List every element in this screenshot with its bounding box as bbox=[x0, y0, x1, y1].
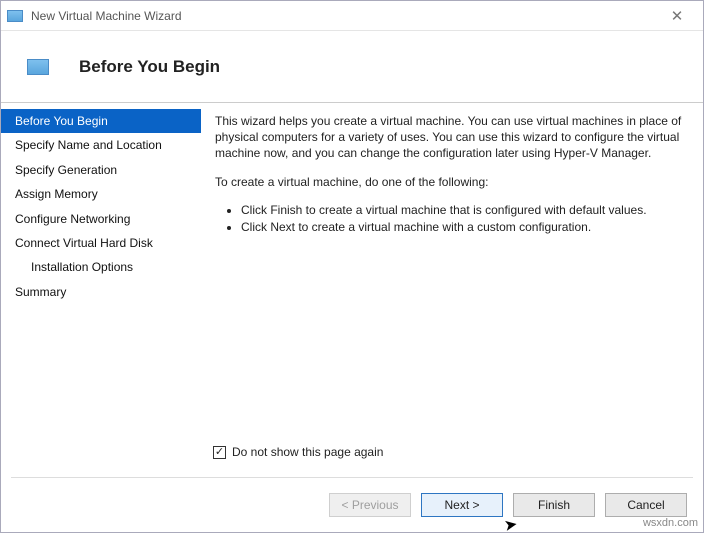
wizard-footer: < Previous Next > Finish Cancel bbox=[1, 478, 703, 532]
previous-button: < Previous bbox=[329, 493, 411, 517]
step-specify-generation[interactable]: Specify Generation bbox=[1, 158, 201, 182]
window-title: New Virtual Machine Wizard bbox=[31, 9, 657, 23]
page-title: Before You Begin bbox=[79, 57, 220, 77]
step-connect-vhd[interactable]: Connect Virtual Hard Disk bbox=[1, 231, 201, 255]
wizard-header: Before You Begin bbox=[1, 31, 703, 103]
vm-icon bbox=[27, 59, 49, 75]
option-finish: Click Finish to create a virtual machine… bbox=[241, 202, 683, 219]
step-assign-memory[interactable]: Assign Memory bbox=[1, 182, 201, 206]
prompt-text: To create a virtual machine, do one of t… bbox=[215, 174, 683, 190]
step-installation-options[interactable]: Installation Options bbox=[1, 255, 201, 279]
options-list: Click Finish to create a virtual machine… bbox=[215, 202, 683, 236]
option-next: Click Next to create a virtual machine w… bbox=[241, 219, 683, 236]
step-specify-name-location[interactable]: Specify Name and Location bbox=[1, 133, 201, 157]
step-summary[interactable]: Summary bbox=[1, 280, 201, 304]
finish-button[interactable]: Finish bbox=[513, 493, 595, 517]
checkbox-icon: ✓ bbox=[213, 446, 226, 459]
intro-text: This wizard helps you create a virtual m… bbox=[215, 113, 683, 162]
wizard-window: New Virtual Machine Wizard ✕ Before You … bbox=[0, 0, 704, 533]
wizard-steps-sidebar: Before You Begin Specify Name and Locati… bbox=[1, 103, 201, 477]
watermark-text: wsxdn.com bbox=[643, 517, 698, 529]
step-before-you-begin[interactable]: Before You Begin bbox=[1, 109, 201, 133]
wizard-content: This wizard helps you create a virtual m… bbox=[201, 103, 703, 477]
close-button[interactable]: ✕ bbox=[657, 7, 697, 25]
cancel-button[interactable]: Cancel bbox=[605, 493, 687, 517]
wizard-body: Before You Begin Specify Name and Locati… bbox=[1, 103, 703, 477]
step-configure-networking[interactable]: Configure Networking bbox=[1, 207, 201, 231]
next-button[interactable]: Next > bbox=[421, 493, 503, 517]
app-icon bbox=[7, 10, 23, 22]
titlebar: New Virtual Machine Wizard ✕ bbox=[1, 1, 703, 31]
dont-show-again-checkbox[interactable]: ✓ Do not show this page again bbox=[213, 445, 683, 459]
checkbox-label: Do not show this page again bbox=[232, 445, 383, 459]
